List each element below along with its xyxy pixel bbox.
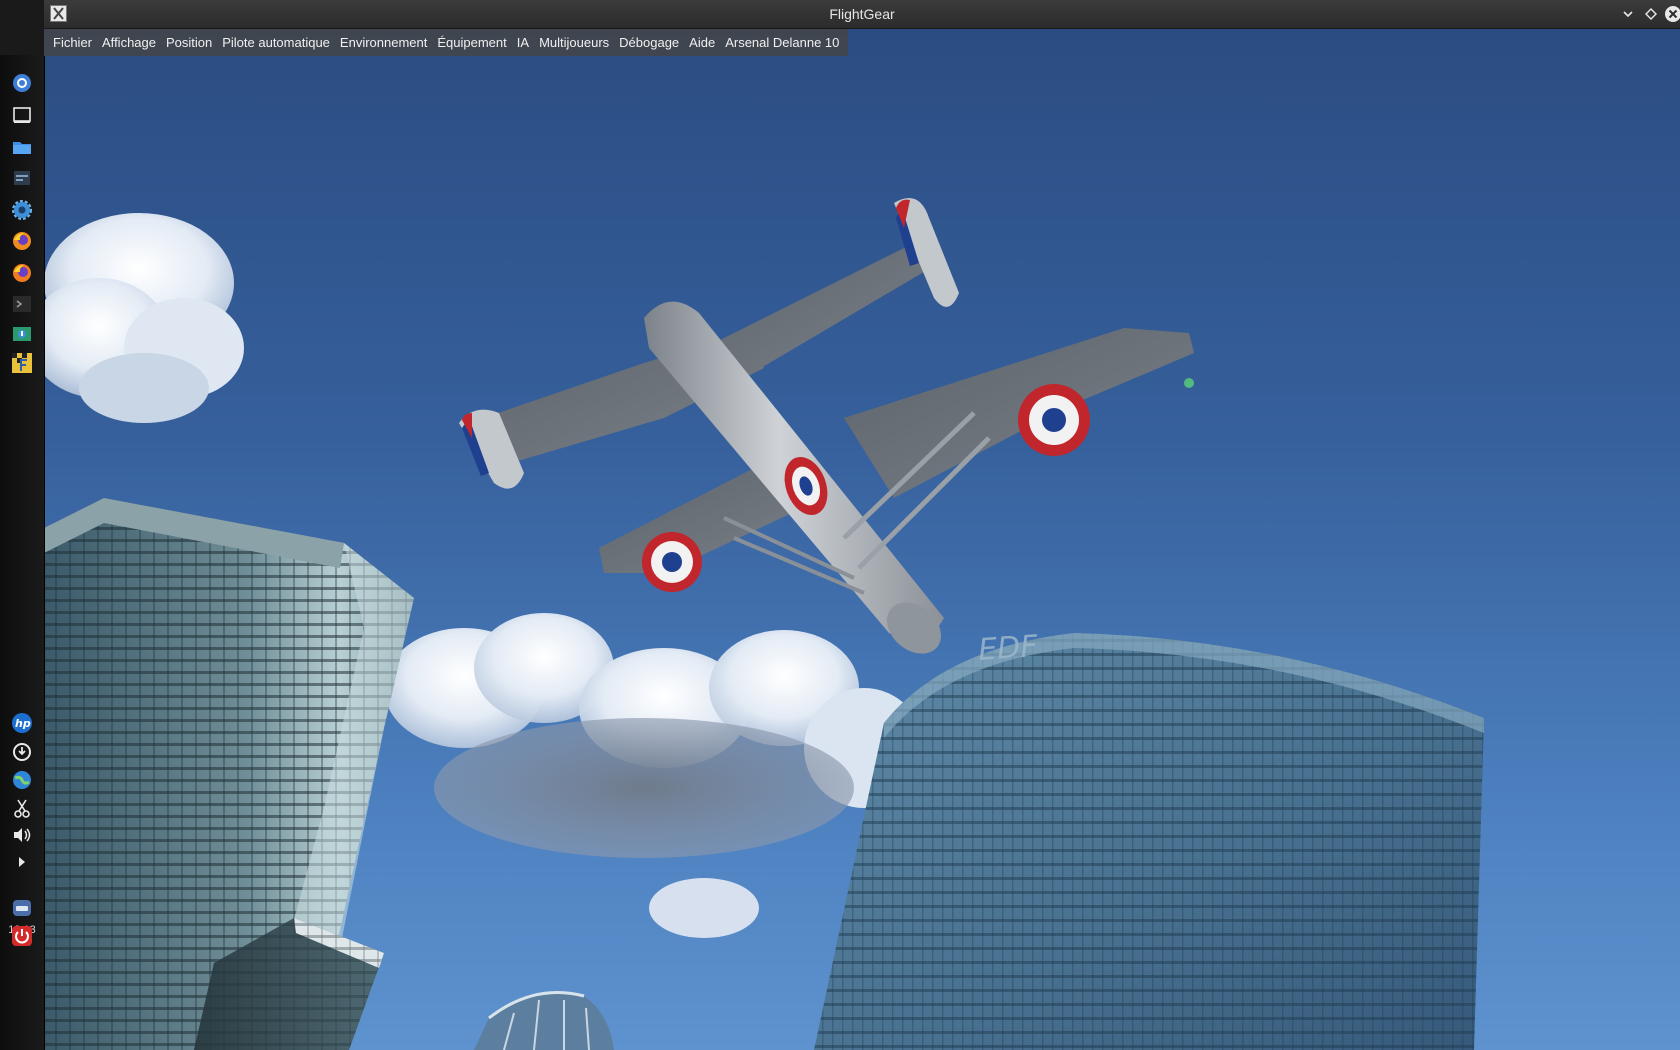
building-sign: EDF	[977, 629, 1039, 668]
menu-ia[interactable]: IA	[512, 35, 534, 50]
menu-arsenal-delanne-10[interactable]: Arsenal Delanne 10	[720, 35, 844, 50]
menu-fichier[interactable]: Fichier	[48, 35, 97, 50]
expand-arrow-icon[interactable]	[10, 850, 34, 874]
menu-debogage[interactable]: Débogage	[614, 35, 684, 50]
roundel-left-wing	[642, 532, 702, 592]
minimize-icon[interactable]	[1618, 4, 1638, 24]
maximize-icon[interactable]	[1641, 4, 1661, 24]
aircraft-arsenal-delanne	[459, 198, 1194, 654]
app-menu-icon[interactable]	[10, 71, 34, 95]
cloud-upper-left	[44, 213, 244, 423]
menu-pilote-automatique[interactable]: Pilote automatique	[217, 35, 335, 50]
menu-equipement[interactable]: Équipement	[432, 35, 511, 50]
menu-aide[interactable]: Aide	[684, 35, 720, 50]
window-titlebar[interactable]: FlightGear	[44, 0, 1680, 29]
settings-panel-icon[interactable]	[10, 166, 34, 190]
lock-screen-icon[interactable]	[10, 896, 34, 920]
tower-dome	[474, 990, 614, 1050]
power-icon[interactable]	[10, 924, 34, 948]
firefox-icon[interactable]	[10, 229, 34, 253]
menu-bar: Fichier Affichage Position Pilote automa…	[44, 29, 849, 56]
hp-icon[interactable]: hp	[10, 711, 34, 735]
flight-viewport[interactable]: EDF	[44, 28, 1680, 1050]
volume-icon[interactable]	[10, 823, 34, 847]
system-monitor-icon[interactable]	[10, 322, 34, 346]
cloud-center	[384, 613, 924, 938]
menu-multijoueurs[interactable]: Multijoueurs	[534, 35, 614, 50]
roundel-right-wing	[1018, 384, 1090, 456]
file-manager-icon[interactable]	[10, 135, 34, 159]
svg-text:hp: hp	[15, 717, 31, 730]
network-icon[interactable]	[10, 768, 34, 792]
menu-affichage[interactable]: Affichage	[97, 35, 161, 50]
software-update-icon[interactable]	[10, 740, 34, 764]
dock-panel: hp 19:13	[0, 55, 45, 1050]
window-title: FlightGear	[829, 6, 895, 22]
system-settings-icon[interactable]	[10, 198, 34, 222]
menu-environnement[interactable]: Environnement	[335, 35, 432, 50]
terminal-icon[interactable]	[10, 292, 34, 316]
firefox-icon[interactable]	[10, 261, 34, 285]
scissors-icon[interactable]	[10, 796, 34, 820]
flightgear-icon[interactable]	[10, 351, 34, 375]
tower-edf: EDF	[814, 629, 1484, 1050]
scene-svg: EDF	[44, 198, 1484, 1050]
menu-position[interactable]: Position	[161, 35, 217, 50]
close-icon[interactable]	[1663, 4, 1680, 24]
desktop: EDF FlightGear Fichier Affichage Positio…	[0, 0, 1680, 1050]
show-desktop-icon[interactable]	[10, 103, 34, 127]
